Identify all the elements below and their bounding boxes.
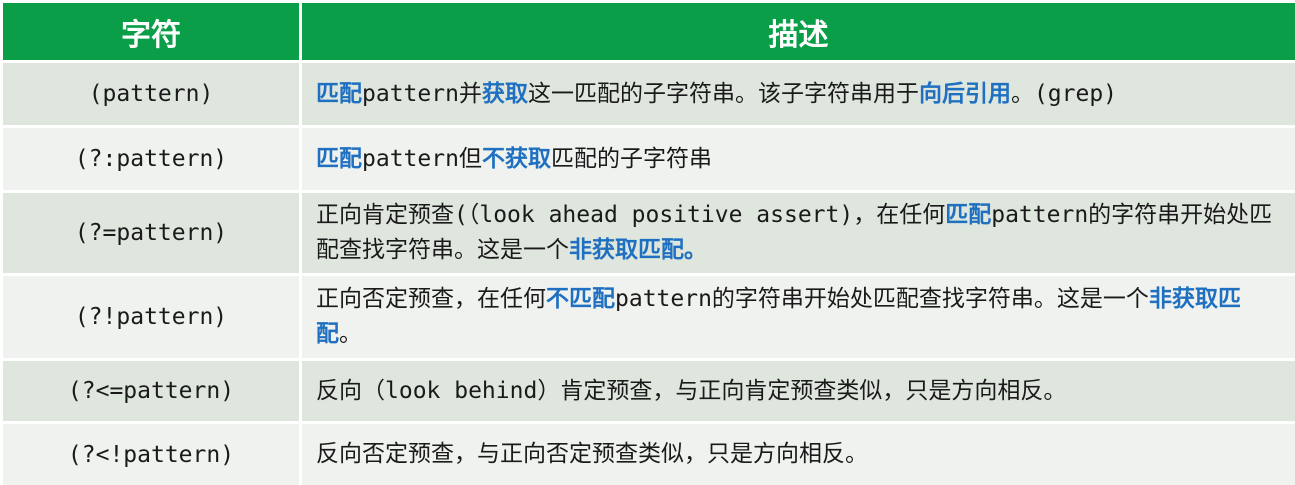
description-text: 反向（look behind）肯定预查，与正向肯定预查类似，只是方向相反。 bbox=[316, 374, 1066, 409]
highlight-text: 获取 bbox=[481, 80, 528, 107]
pattern-cell: (?:pattern) bbox=[3, 128, 299, 190]
plain-text: 正向否定预查，在任何 bbox=[316, 286, 546, 312]
highlight-text: 不获取 bbox=[481, 145, 551, 172]
description-text: 匹配pattern但不获取匹配的子字符串 bbox=[316, 142, 712, 177]
description-cell: 反向否定预查，与正向否定预查类似，只是方向相反。 bbox=[302, 424, 1295, 485]
header-description: 描述 bbox=[302, 3, 1295, 60]
pattern-cell: (pattern) bbox=[3, 63, 299, 125]
pattern-cell: (?=pattern) bbox=[3, 193, 299, 273]
highlight-text: 匹配 bbox=[945, 202, 992, 228]
regex-lookaround-table: 字符 描述 (pattern) 匹配pattern并获取这一匹配的子字符串。该子… bbox=[3, 3, 1295, 485]
pattern-cell: (?!pattern) bbox=[3, 276, 299, 358]
description-text: 正向肯定预查(（look ahead positive assert)，在任何匹… bbox=[316, 198, 1281, 268]
description-cell: 正向肯定预查(（look ahead positive assert)，在任何匹… bbox=[302, 193, 1295, 273]
description-text: 正向否定预查，在任何不匹配pattern的字符串开始处匹配查找字符串。这是一个非… bbox=[316, 282, 1281, 352]
plain-text: 。(grep) bbox=[1010, 80, 1118, 107]
highlight-text: 向后引用 bbox=[918, 80, 1011, 107]
plain-text: pattern并 bbox=[362, 80, 482, 107]
highlight-text: 不匹配 bbox=[546, 286, 615, 312]
pattern-cell: (?<=pattern) bbox=[3, 361, 299, 421]
plain-text: pattern但 bbox=[362, 145, 482, 172]
description-text: 匹配pattern并获取这一匹配的子字符串。该子字符串用于向后引用。(grep) bbox=[316, 77, 1117, 112]
description-cell: 匹配pattern并获取这一匹配的子字符串。该子字符串用于向后引用。(grep) bbox=[302, 63, 1295, 125]
highlight-text: 非获取匹配。 bbox=[569, 237, 707, 263]
plain-text: 这一匹配的子字符串。该子字符串用于 bbox=[527, 80, 919, 107]
description-text: 反向否定预查，与正向否定预查类似，只是方向相反。 bbox=[316, 437, 868, 472]
pattern-cell: (?<!pattern) bbox=[3, 424, 299, 485]
highlight-text: 匹配 bbox=[316, 80, 362, 107]
plain-text: 反向（look behind）肯定预查，与正向肯定预查类似，只是方向相反。 bbox=[316, 377, 1067, 404]
plain-text: 匹配的子字符串 bbox=[550, 145, 712, 172]
plain-text: pattern的字符串开始处匹配查找字符串。这是一个 bbox=[615, 286, 1149, 312]
highlight-text: 匹配 bbox=[316, 145, 362, 172]
plain-text: 正向肯定预查(（look ahead positive assert)，在任何 bbox=[316, 202, 946, 228]
plain-text: 。 bbox=[339, 321, 362, 347]
description-cell: 匹配pattern但不获取匹配的子字符串 bbox=[302, 128, 1295, 190]
description-cell: 反向（look behind）肯定预查，与正向肯定预查类似，只是方向相反。 bbox=[302, 361, 1295, 421]
plain-text: 反向否定预查，与正向否定预查类似，只是方向相反。 bbox=[316, 441, 868, 467]
description-cell: 正向否定预查，在任何不匹配pattern的字符串开始处匹配查找字符串。这是一个非… bbox=[302, 276, 1295, 358]
header-character: 字符 bbox=[3, 3, 299, 60]
